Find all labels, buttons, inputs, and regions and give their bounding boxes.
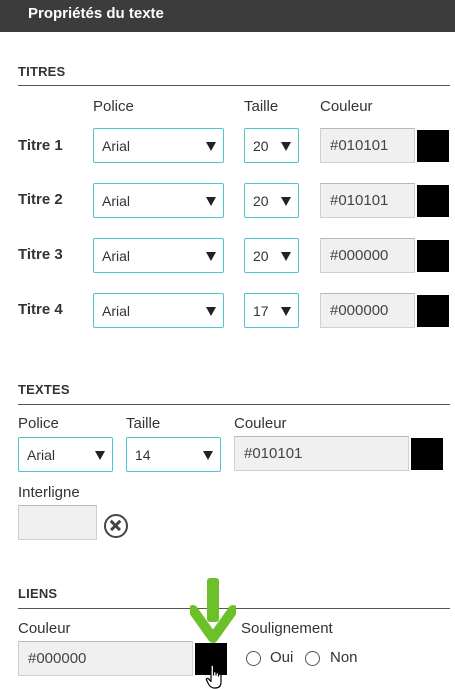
titre-1-size-value: 20 [253, 138, 269, 154]
titres-col-police: Police [93, 98, 134, 115]
titre-2-label: Titre 2 [18, 191, 63, 208]
textes-label-taille: Taille [126, 415, 161, 432]
chevron-down-icon [203, 451, 213, 460]
titre-4-color-field[interactable] [321, 294, 414, 327]
chevron-down-icon [206, 197, 216, 206]
textes-color-swatch[interactable] [411, 438, 443, 470]
chevron-down-icon [206, 252, 216, 261]
titre-3-size-select[interactable]: 20 [244, 238, 299, 273]
textes-section-title: TEXTES [18, 382, 70, 397]
chevron-down-icon [281, 307, 291, 316]
chevron-down-icon [281, 197, 291, 206]
textes-size-select[interactable]: 14 [126, 437, 221, 472]
textes-font-select[interactable]: Arial [18, 437, 113, 472]
chevron-down-icon [95, 451, 105, 460]
titre-3-color-input[interactable] [320, 238, 415, 273]
titre-1-label: Titre 1 [18, 137, 63, 154]
clear-icon[interactable] [104, 514, 128, 538]
radio-oui[interactable] [246, 651, 261, 666]
liens-label-couleur: Couleur [18, 620, 71, 637]
textes-font-value: Arial [27, 447, 56, 463]
green-arrow-down-icon [190, 578, 236, 643]
titre-2-color-swatch[interactable] [417, 185, 449, 217]
titre-2-color-field[interactable] [321, 184, 414, 217]
titre-3-size-value: 20 [253, 248, 269, 264]
titre-2-size-value: 20 [253, 193, 269, 209]
titres-col-couleur: Couleur [320, 98, 373, 115]
liens-section-title: LIENS [18, 586, 58, 601]
textes-color-field[interactable] [235, 437, 408, 470]
chevron-down-icon [281, 142, 291, 151]
titre-2-font-select[interactable]: Arial [93, 183, 224, 218]
titre-3-label: Titre 3 [18, 246, 63, 263]
titre-4-font-value: Arial [102, 303, 131, 319]
textes-color-input[interactable] [234, 436, 409, 471]
textes-divider [18, 404, 450, 405]
liens-label-soulignement: Soulignement [241, 620, 333, 637]
titre-3-color-field[interactable] [321, 239, 414, 272]
titre-1-color-swatch[interactable] [417, 130, 449, 162]
radio-oui-label[interactable]: Oui [270, 649, 293, 666]
titre-1-font-select[interactable]: Arial [93, 128, 224, 163]
textes-label-police: Police [18, 415, 59, 432]
titre-1-color-field[interactable] [321, 129, 414, 162]
titre-1-color-input[interactable] [320, 128, 415, 163]
titre-3-font-select[interactable]: Arial [93, 238, 224, 273]
titres-col-taille: Taille [244, 98, 279, 115]
textes-label-interligne: Interligne [18, 484, 80, 501]
titre-4-size-select[interactable]: 17 [244, 293, 299, 328]
titre-3-font-value: Arial [102, 248, 131, 264]
radio-non-label[interactable]: Non [330, 649, 358, 666]
panel-title: Propriétés du texte [28, 5, 164, 22]
titre-2-font-value: Arial [102, 193, 131, 209]
chevron-down-icon [206, 142, 216, 151]
textes-label-couleur: Couleur [234, 415, 287, 432]
hand-cursor-icon [205, 664, 222, 689]
chevron-down-icon [281, 252, 291, 261]
titre-1-size-select[interactable]: 20 [244, 128, 299, 163]
titre-2-size-select[interactable]: 20 [244, 183, 299, 218]
liens-color-input[interactable] [18, 641, 193, 676]
textes-size-value: 14 [135, 447, 151, 463]
chevron-down-icon [206, 307, 216, 316]
liens-color-field[interactable] [19, 642, 192, 675]
interligne-field[interactable] [19, 506, 96, 539]
titre-1-font-value: Arial [102, 138, 131, 154]
titre-2-color-input[interactable] [320, 183, 415, 218]
titres-section-title: TITRES [18, 64, 66, 79]
titre-3-color-swatch[interactable] [417, 240, 449, 272]
titre-4-color-input[interactable] [320, 293, 415, 328]
titre-4-font-select[interactable]: Arial [93, 293, 224, 328]
titre-4-color-swatch[interactable] [417, 295, 449, 327]
titres-divider [18, 85, 450, 86]
titre-4-label: Titre 4 [18, 301, 63, 318]
titre-4-size-value: 17 [253, 303, 269, 319]
panel-header: Propriétés du texte [0, 0, 455, 32]
interligne-input[interactable] [18, 505, 97, 540]
radio-non[interactable] [305, 651, 320, 666]
